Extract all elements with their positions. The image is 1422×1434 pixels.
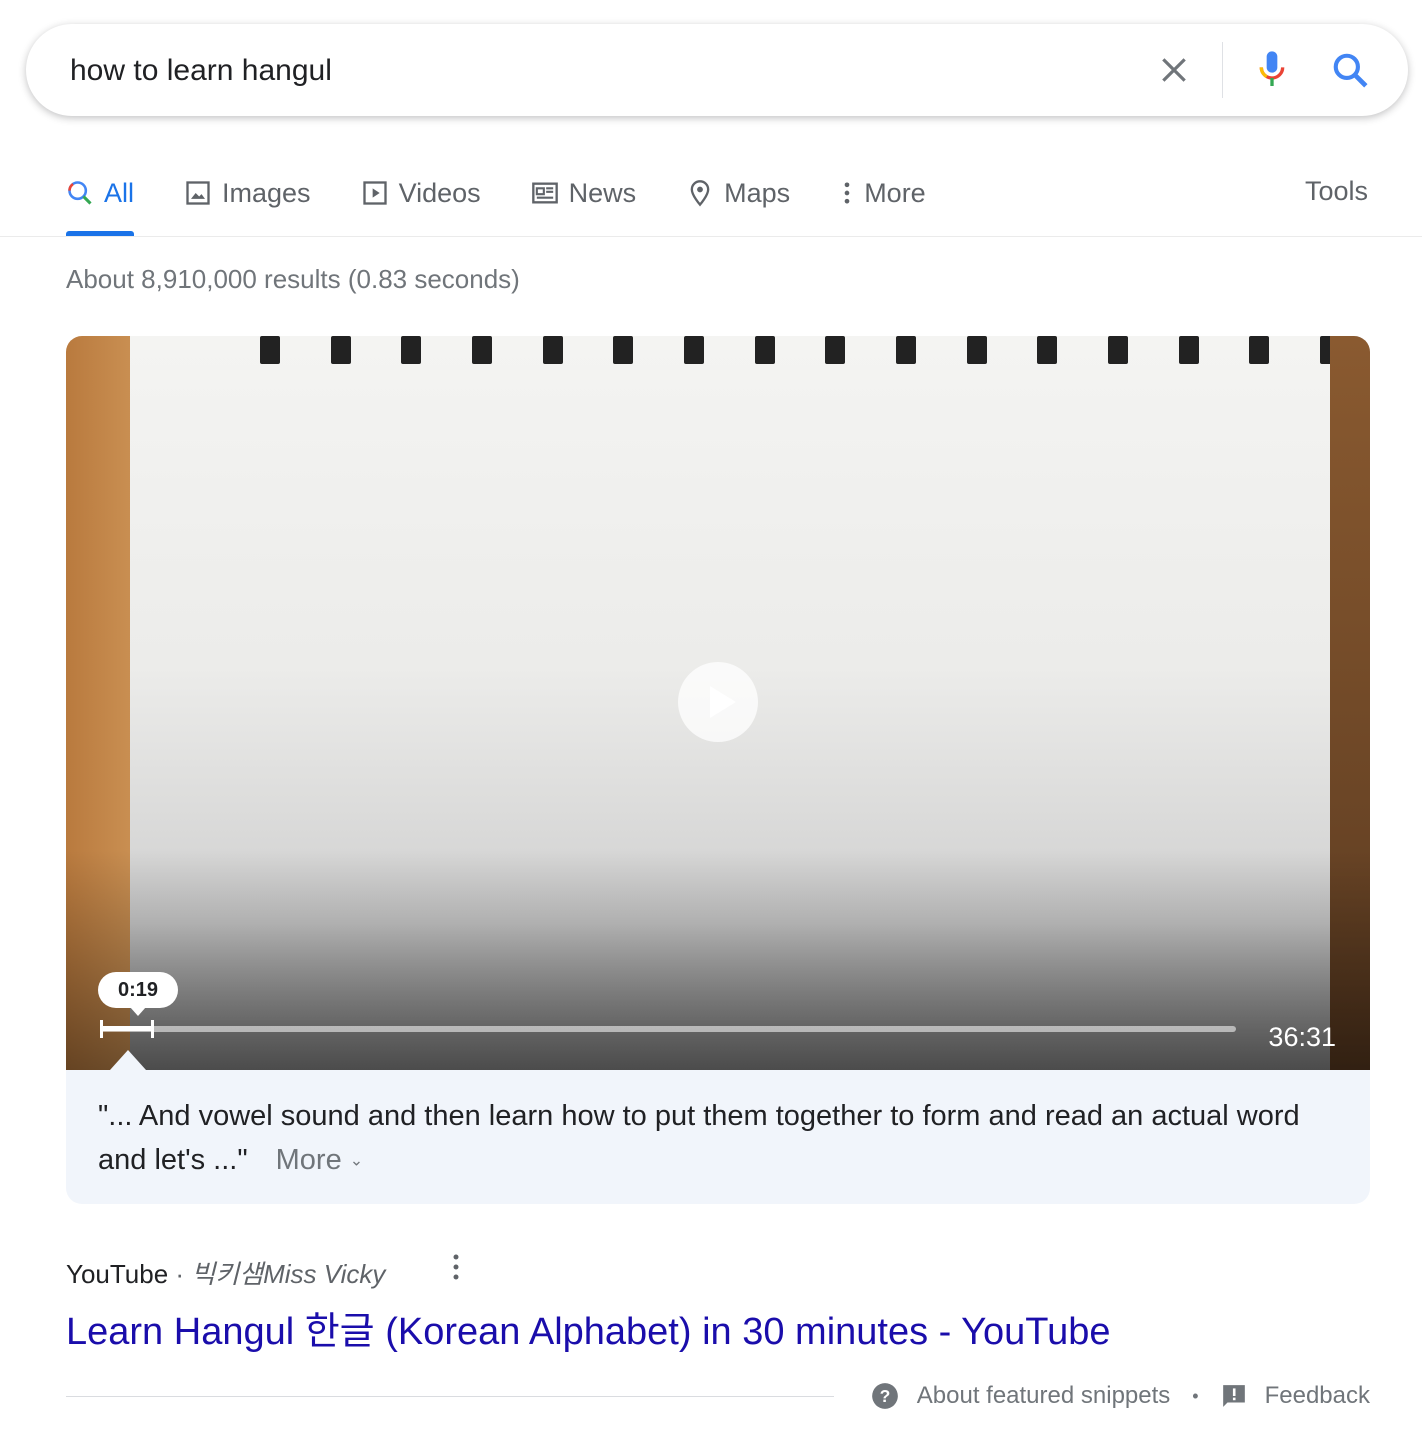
about-featured-snippets-link[interactable]: About featured snippets [917,1382,1171,1410]
progress-segment-marker [100,1020,154,1038]
feedback-icon[interactable] [1221,1383,1247,1409]
play-button[interactable] [678,662,758,742]
svg-text:?: ? [879,1386,890,1406]
more-label: More [275,1144,342,1176]
video-duration: 36:31 [1268,1022,1336,1052]
tab-label: Images [222,177,311,208]
tab-label: News [568,177,637,208]
source-site: YouTube [66,1259,169,1289]
tab-videos[interactable]: Videos [361,160,481,226]
help-icon[interactable]: ? [871,1382,899,1410]
divider [1222,42,1223,98]
featured-snippet: "... And vowel sound and then learn how … [66,1070,1370,1204]
snippet-footer: ? About featured snippets • Feedback [871,1382,1370,1410]
timestamp-bubble: 0:19 [98,972,178,1016]
tab-label: More [864,177,926,208]
chevron-down-icon: ⌄ [349,1152,364,1170]
play-icon [362,181,387,205]
separator-dot: • [1192,1385,1199,1406]
more-button[interactable]: More ⌄ [276,1144,364,1176]
vertical-dots-icon [844,182,850,204]
result-source: YouTube · 빅키샘Miss Vicky [66,1254,385,1291]
newspaper-icon [531,182,558,204]
mic-icon[interactable] [1252,50,1292,90]
video-shade [66,850,1370,1070]
search-icon [68,181,92,205]
spiral-binding [260,336,1340,366]
search-icon[interactable] [1330,50,1370,90]
more-options-icon[interactable] [446,1252,466,1282]
tab-news[interactable]: News [531,160,637,226]
tab-more[interactable]: More [840,160,926,226]
snippet-caret [110,1050,146,1070]
search-tabs: All Images Videos News Maps More [66,160,976,236]
channel-name: 빅키샘Miss Vicky [191,1259,386,1289]
tab-label: All [104,177,135,208]
separator: · [175,1259,185,1289]
divider [66,1396,834,1397]
map-pin-icon [690,180,710,207]
result-title-link[interactable]: Learn Hangul 한글 (Korean Alphabet) in 30 … [66,1300,1111,1355]
image-icon [186,181,210,205]
search-input[interactable] [68,46,1132,96]
video-progress-bar[interactable] [100,1026,1236,1032]
result-stats: About 8,910,000 results (0.83 seconds) [66,264,520,294]
feedback-link[interactable]: Feedback [1265,1382,1370,1410]
tab-label: Maps [724,177,791,208]
tab-images[interactable]: Images [184,160,311,226]
divider [0,236,1422,237]
tab-all[interactable]: All [66,160,135,236]
video-thumbnail[interactable]: 0:19 36:31 [66,336,1370,1070]
tools-button[interactable]: Tools [1305,176,1368,207]
search-box [26,24,1408,116]
close-icon[interactable] [1154,50,1194,90]
tab-maps[interactable]: Maps [686,160,790,226]
tab-label: Videos [398,177,481,208]
